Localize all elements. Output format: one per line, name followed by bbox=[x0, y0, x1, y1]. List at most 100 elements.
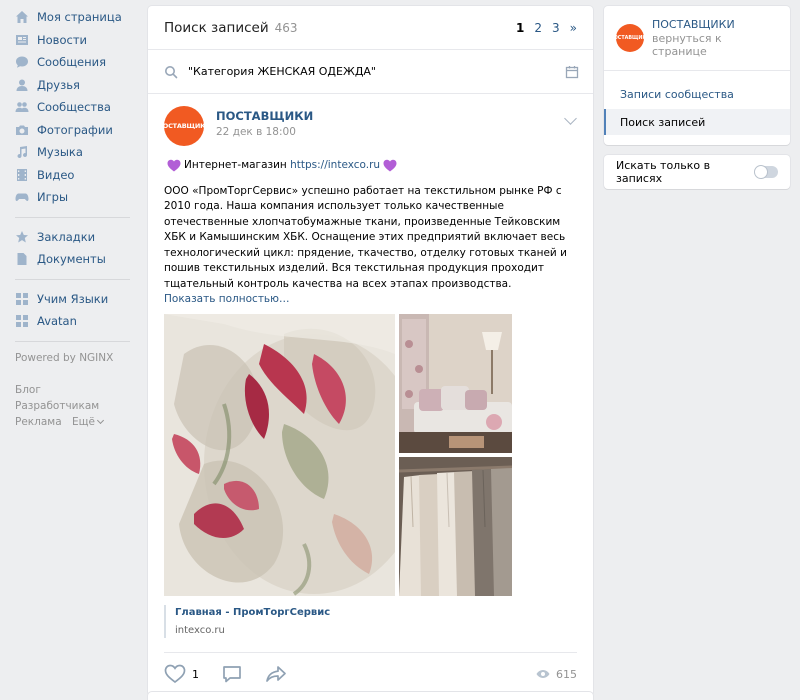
nav-communities[interactable]: Сообщества bbox=[0, 96, 140, 119]
avatar[interactable]: ПОСТАВЩИКИ bbox=[158, 106, 211, 146]
shop-label: Интернет-магазин bbox=[184, 159, 287, 171]
nav-messages[interactable]: Сообщения bbox=[0, 51, 140, 74]
nav-label: Новости bbox=[37, 32, 87, 47]
clothes-image bbox=[399, 456, 512, 596]
pagination: 1 2 3 » bbox=[516, 21, 577, 35]
friends-icon bbox=[15, 78, 29, 92]
like-button[interactable]: 1 bbox=[164, 664, 199, 684]
divider bbox=[604, 70, 790, 71]
post-actions: 1 615 bbox=[164, 651, 577, 696]
video-icon bbox=[15, 168, 29, 182]
comment-icon bbox=[223, 666, 241, 683]
nav-label: Закладки bbox=[37, 229, 96, 244]
photo-interior[interactable] bbox=[399, 313, 512, 453]
search-input[interactable] bbox=[188, 61, 565, 82]
post-meta: ПОСТАВЩИКИ 22 дек в 18:00 bbox=[216, 109, 313, 138]
nav-label: Avatan bbox=[37, 314, 77, 329]
nav-divider bbox=[15, 278, 130, 280]
next-post-card bbox=[148, 692, 593, 700]
nav-photos[interactable]: Фотографии bbox=[0, 119, 140, 142]
nav-label: Сообщества bbox=[37, 100, 111, 115]
post-date[interactable]: 22 дек в 18:00 bbox=[216, 126, 313, 138]
app-icon bbox=[15, 314, 29, 328]
app-icon bbox=[15, 292, 29, 306]
group-info: ПОСТАВЩИКИ вернуться к странице bbox=[652, 18, 778, 58]
photo-fabric[interactable] bbox=[164, 313, 395, 596]
messages-icon bbox=[15, 55, 29, 69]
nav-app-avatan[interactable]: Avatan bbox=[0, 310, 140, 333]
right-column: ПОСТАВЩИКИ ПОСТАВЩИКИ вернуться к страни… bbox=[604, 6, 790, 189]
results-count: 463 bbox=[274, 20, 298, 35]
footer-more-link[interactable]: Ещё bbox=[71, 415, 105, 428]
interior-image bbox=[399, 313, 512, 453]
nav-app-languages[interactable]: Учим Языки bbox=[0, 288, 140, 311]
nav-games[interactable]: Игры bbox=[0, 186, 140, 209]
left-nav: Моя страница Новости Сообщения Друзья Со… bbox=[0, 6, 140, 430]
group-avatar-text: ПОСТАВЩИКИ bbox=[609, 35, 651, 41]
nav-video[interactable]: Видео bbox=[0, 164, 140, 187]
views-counter: 615 bbox=[536, 668, 577, 681]
footer-ads-link[interactable]: Реклама bbox=[15, 416, 62, 428]
search-icon bbox=[165, 65, 178, 78]
nav-label: Учим Языки bbox=[37, 291, 109, 306]
search-row bbox=[148, 50, 593, 94]
nav-news[interactable]: Новости bbox=[0, 29, 140, 52]
side-photos bbox=[399, 313, 512, 596]
footer-blog-link[interactable]: Блог bbox=[15, 384, 41, 396]
photos-icon bbox=[15, 123, 29, 137]
heart-icon bbox=[167, 159, 181, 172]
post: ПОСТАВЩИКИ ПОСТАВЩИКИ 22 дек в 18:00 Инт… bbox=[148, 94, 593, 696]
page-next[interactable]: » bbox=[570, 21, 577, 35]
communities-icon bbox=[15, 100, 29, 114]
chevron-down-icon bbox=[96, 416, 105, 424]
footer-more-label: Ещё bbox=[71, 415, 95, 428]
calendar-icon[interactable] bbox=[565, 65, 579, 79]
nav-friends[interactable]: Друзья bbox=[0, 74, 140, 97]
share-icon bbox=[266, 666, 286, 682]
group-name[interactable]: ПОСТАВЩИКИ bbox=[652, 18, 778, 31]
link-attachment[interactable]: Главная - ПромТоргСервис intexco.ru bbox=[164, 604, 577, 638]
post-author[interactable]: ПОСТАВЩИКИ bbox=[216, 109, 313, 123]
link-url: intexco.ru bbox=[175, 624, 225, 636]
post-text: Интернет-магазин https://intexco.ru ООО … bbox=[164, 158, 577, 308]
avatar-text: ПОСТАВЩИКИ bbox=[157, 122, 211, 130]
comment-button[interactable] bbox=[221, 664, 243, 684]
powered-by: Powered by NGINX bbox=[15, 351, 114, 364]
menu-search-posts[interactable]: Поиск записей bbox=[604, 109, 790, 135]
nav-label: Фотографии bbox=[37, 122, 113, 137]
nav-documents[interactable]: Документы bbox=[0, 248, 140, 271]
link-title[interactable]: Главная - ПромТоргСервис bbox=[175, 605, 577, 621]
shop-line: Интернет-магазин https://intexco.ru bbox=[164, 158, 577, 174]
page-3[interactable]: 3 bbox=[552, 21, 560, 35]
posts-only-toggle[interactable] bbox=[753, 165, 778, 179]
nav-label: Музыка bbox=[37, 145, 83, 160]
menu-community-posts[interactable]: Записи сообщества bbox=[604, 81, 790, 107]
bookmarks-icon bbox=[15, 230, 29, 244]
nav-my-page[interactable]: Моя страница bbox=[0, 6, 140, 29]
nav-label: Сообщения bbox=[37, 55, 107, 70]
back-to-page-link[interactable]: вернуться к странице bbox=[652, 32, 778, 58]
games-icon bbox=[15, 190, 29, 204]
nav-divider bbox=[15, 340, 130, 342]
share-button[interactable] bbox=[265, 664, 287, 684]
shop-link[interactable]: https://intexco.ru bbox=[290, 158, 380, 174]
search-header: Поиск записей 463 1 2 3 » bbox=[148, 6, 593, 50]
nav-bookmarks[interactable]: Закладки bbox=[0, 226, 140, 249]
music-icon bbox=[15, 145, 29, 159]
page-2[interactable]: 2 bbox=[534, 21, 542, 35]
group-header[interactable]: ПОСТАВЩИКИ ПОСТАВЩИКИ вернуться к страни… bbox=[604, 18, 790, 58]
page-1[interactable]: 1 bbox=[516, 21, 524, 35]
like-count: 1 bbox=[192, 667, 199, 681]
show-more-link[interactable]: Показать полностью… bbox=[164, 292, 577, 308]
footer-developers-link[interactable]: Разработчикам bbox=[15, 400, 99, 412]
photo-clothes[interactable] bbox=[399, 456, 512, 596]
nav-music[interactable]: Музыка bbox=[0, 141, 140, 164]
home-icon bbox=[15, 10, 29, 24]
page-title: Поиск записей bbox=[164, 19, 269, 36]
post-header: ПОСТАВЩИКИ ПОСТАВЩИКИ 22 дек в 18:00 bbox=[158, 106, 577, 146]
search-card: Поиск записей 463 1 2 3 » ПОСТАВЩИКИ ПОС… bbox=[148, 6, 593, 696]
post-body: ООО «ПромТоргСервис» успешно работает на… bbox=[164, 184, 567, 290]
heart-icon bbox=[383, 159, 397, 172]
avatar[interactable]: ПОСТАВЩИКИ bbox=[610, 24, 650, 52]
filter-card: Искать только в записях bbox=[604, 155, 790, 189]
